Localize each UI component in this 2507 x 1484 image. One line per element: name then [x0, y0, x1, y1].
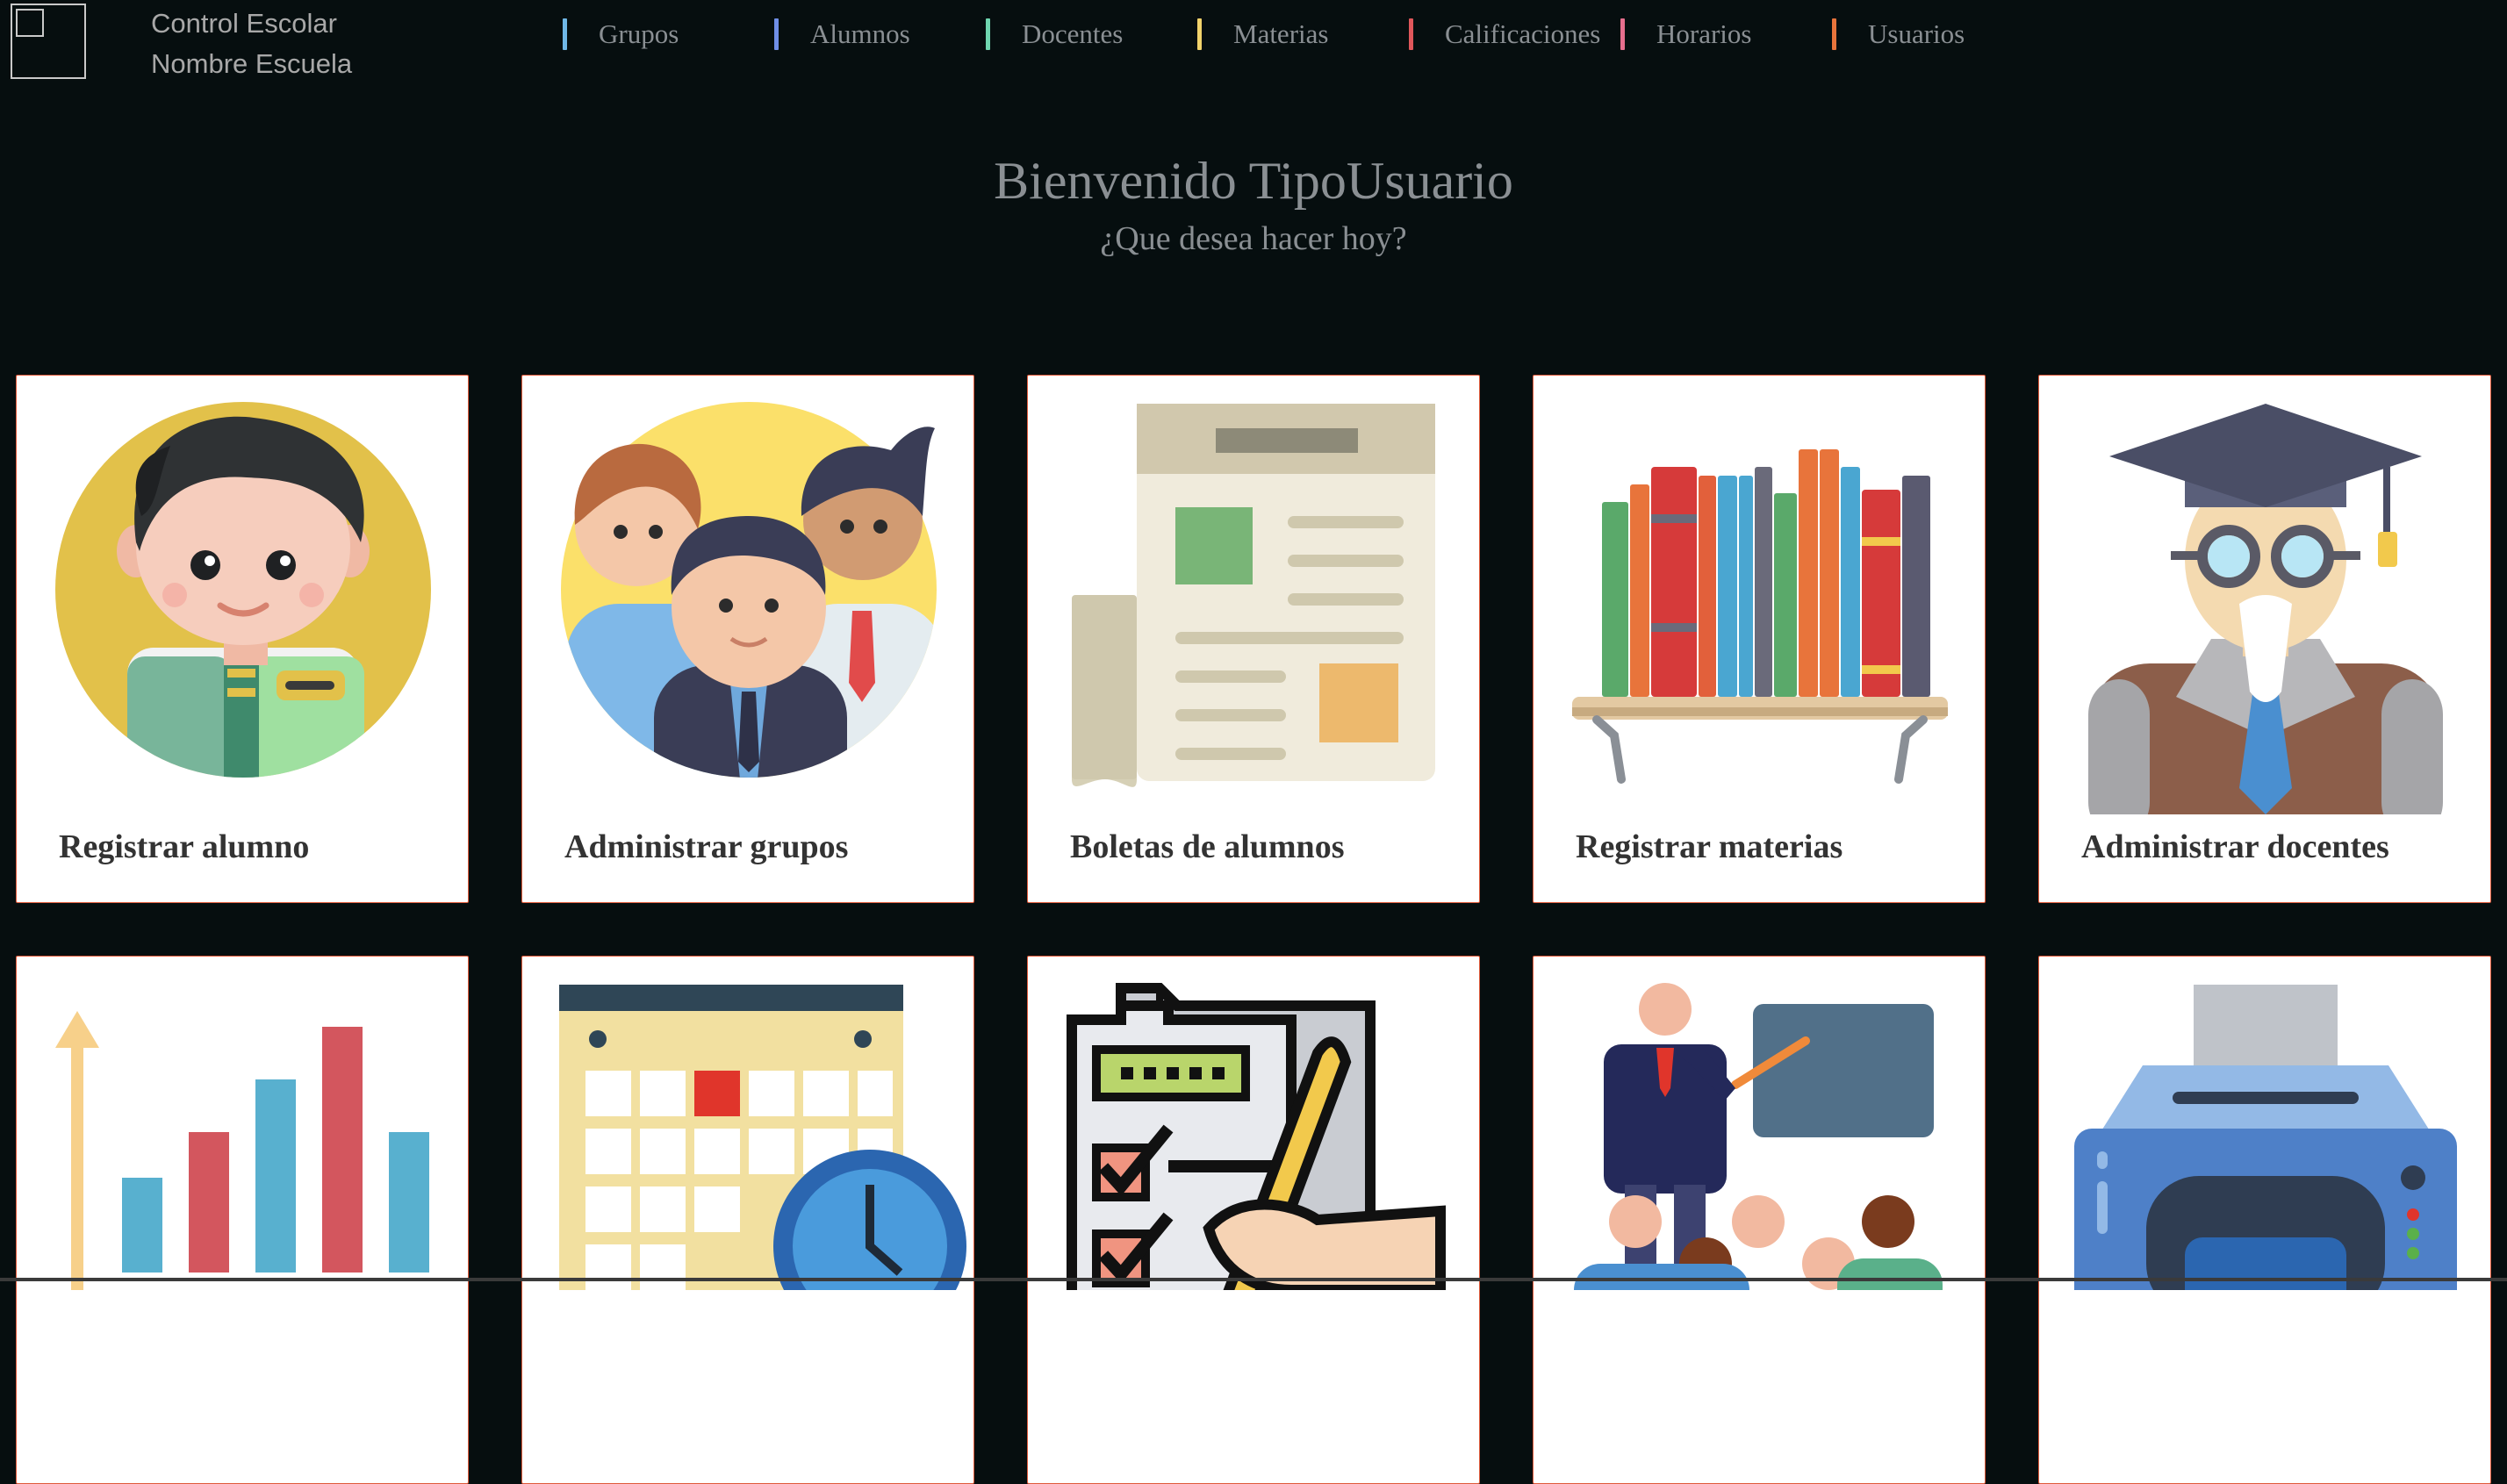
nav-item-materias[interactable]: Materias: [1197, 16, 1328, 53]
top-navbar: Control Escolar Nombre Escuela Grupos Al…: [0, 0, 2507, 97]
nav-item-label: Horarios: [1656, 18, 1752, 49]
nav-item-horarios[interactable]: Horarios: [1620, 16, 1751, 53]
brand: Control Escolar Nombre Escuela: [151, 4, 352, 84]
card-label: Registrar materias: [1576, 828, 1843, 865]
nav-color-marker: [986, 18, 990, 50]
nav-color-marker: [1409, 18, 1413, 50]
brand-school-name: Nombre Escuela: [151, 48, 353, 79]
logo[interactable]: [11, 4, 86, 79]
card-label: Boletas de alumnos: [1070, 828, 1345, 865]
card-estadisticas[interactable]: [16, 956, 469, 1484]
card-label: Administrar grupos: [564, 828, 849, 865]
nav-item-docentes[interactable]: Docentes: [986, 16, 1123, 53]
nav-item-label: Usuarios: [1868, 18, 1965, 49]
nav-item-usuarios[interactable]: Usuarios: [1832, 16, 1965, 53]
nav-item-label: Grupos: [599, 18, 679, 49]
nav-item-calificaciones[interactable]: Calificaciones: [1409, 16, 1600, 53]
nav-color-marker: [774, 18, 779, 50]
printer-icon: [2074, 985, 2457, 1290]
welcome-title: Bienvenido TipoUsuario: [994, 152, 1513, 210]
card-administrar-grupos[interactable]: Administrar grupos: [521, 375, 974, 903]
calendar-icon: [559, 985, 966, 1290]
nav-color-marker: [1197, 18, 1202, 50]
nav-item-alumnos[interactable]: Alumnos: [774, 16, 910, 53]
nav-color-marker: [1620, 18, 1625, 50]
checklist-icon: [1067, 983, 1446, 1290]
nav-item-label: Materias: [1233, 18, 1329, 49]
nav-item-label: Calificaciones: [1445, 18, 1601, 49]
card-label: Administrar docentes: [2081, 828, 2389, 865]
card-label: Registrar alumno: [59, 828, 310, 865]
bookshelf-icon: [1572, 449, 1948, 784]
card-reportes[interactable]: [2038, 956, 2491, 1484]
page-bottom-edge: [0, 1278, 2507, 1281]
card-registrar-alumno[interactable]: Registrar alumno: [16, 375, 469, 903]
welcome-section: Bienvenido TipoUsuario ¿Que desea hacer …: [0, 147, 2507, 263]
nav-color-marker: [1832, 18, 1836, 50]
teacher-class-icon: [1574, 983, 1943, 1290]
nav-color-marker: [563, 18, 567, 50]
logo-placeholder-icon: [16, 9, 44, 37]
card-administrar-docentes[interactable]: Administrar docentes: [2038, 375, 2491, 903]
nav-item-grupos[interactable]: Grupos: [563, 16, 679, 53]
card-boletas-alumnos[interactable]: Boletas de alumnos: [1027, 375, 1480, 903]
student-icon: [55, 402, 431, 778]
card-registrar-materias[interactable]: Registrar materias: [1533, 375, 1986, 903]
card-examenes[interactable]: [1027, 956, 1480, 1484]
card-clases[interactable]: [1533, 956, 1986, 1484]
newspaper-icon: [1072, 404, 1435, 787]
bar-chart-icon: [55, 1011, 429, 1290]
group-icon: [561, 402, 937, 778]
nav-item-label: Alumnos: [810, 18, 910, 49]
welcome-subtitle: ¿Que desea hacer hoy?: [1100, 220, 1407, 257]
nav-item-label: Docentes: [1022, 18, 1124, 49]
brand-app-name: Control Escolar: [151, 8, 337, 39]
card-horarios[interactable]: [521, 956, 974, 1484]
professor-icon: [2088, 404, 2443, 814]
